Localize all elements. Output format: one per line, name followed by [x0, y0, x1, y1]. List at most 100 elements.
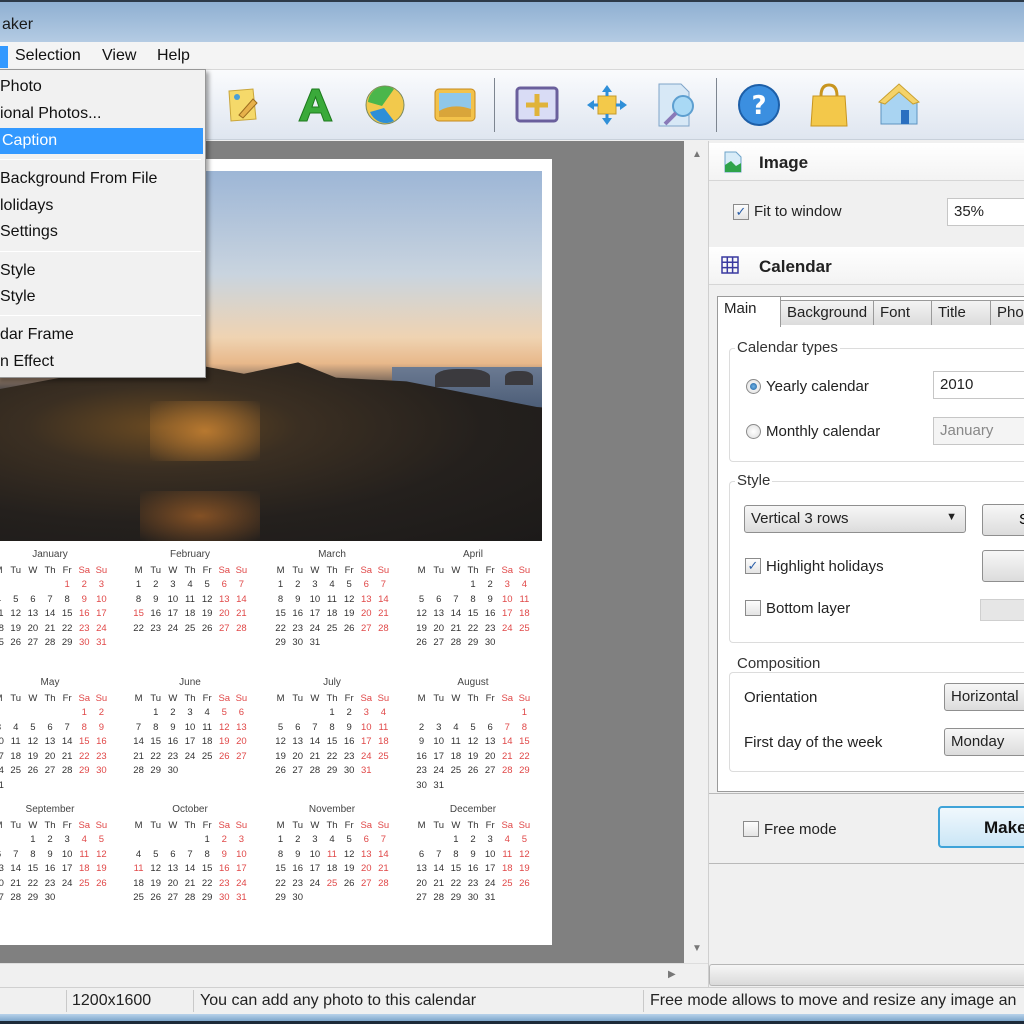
day-cell: 6: [363, 579, 369, 591]
month-february: February M Tu W Th Fr Sa Su 1 2 3 4 5 6 7 8 9 10 11 12 13 14 1…: [130, 549, 250, 636]
free-mode-checkbox[interactable]: [743, 821, 759, 837]
vertical-scrollbar[interactable]: ▲ ▼: [684, 141, 708, 963]
day-cell: 7: [453, 593, 459, 605]
fit-to-window-checkbox[interactable]: ✓: [733, 204, 749, 220]
day-cell: 22: [275, 622, 286, 634]
ball-button[interactable]: [362, 82, 408, 128]
highlight-holidays-checkbox[interactable]: ✓: [745, 558, 761, 574]
year-input[interactable]: 2010: [933, 371, 1024, 399]
day-cell: 5: [221, 707, 227, 719]
style-settings-button[interactable]: S: [982, 504, 1024, 536]
style-dropdown[interactable]: Vertical 3 rows ▼: [744, 505, 966, 533]
day-cell: 5: [418, 593, 425, 605]
day-cell: 22: [326, 750, 338, 762]
scroll-right-arrow[interactable]: ▶: [668, 969, 676, 980]
menu-item-settings[interactable]: Settings: [0, 219, 203, 245]
menu-file[interactable]: [0, 46, 8, 68]
day-cell: 30: [292, 637, 303, 649]
menu-item-background-from-file[interactable]: Background From File: [0, 166, 203, 192]
yearly-calendar-label: Yearly calendar: [766, 378, 869, 395]
weekday-label: Fr: [202, 564, 212, 576]
day-cell: 7: [47, 593, 53, 605]
menu-item-style-1[interactable]: Style: [0, 258, 203, 284]
menu-item-style-2[interactable]: Style: [0, 284, 203, 310]
progress-bar: [709, 964, 1024, 986]
tab-main[interactable]: Main: [717, 296, 781, 327]
day-cell: 19: [467, 750, 479, 762]
day-cell: 6: [487, 721, 493, 733]
help-button[interactable]: ?: [736, 82, 782, 128]
picture-button[interactable]: [432, 82, 478, 128]
weekday-header-row: MTuWThFrSaSu: [0, 691, 110, 706]
weekday-header-row: MTuWThFrSaSu: [130, 691, 250, 706]
month-april: April M Tu W Th Fr Sa Su 1 2 3 4 5 6 7 8 9 10 11 12 13 14 15 16…: [413, 549, 533, 650]
menu-item-caption[interactable]: Caption: [0, 128, 203, 154]
day-cell: 27: [484, 765, 496, 777]
menu-item-holidays[interactable]: lolidays: [0, 193, 203, 219]
weekday-label: Fr: [344, 692, 354, 704]
week-row: 13 14 15 16 17 18 19: [413, 862, 533, 877]
tab-background[interactable]: Background: [780, 300, 874, 325]
menu-view[interactable]: View: [96, 46, 142, 68]
day-cell: 22: [27, 877, 39, 889]
weekday-label: Su: [377, 819, 390, 831]
add-text-button[interactable]: [292, 82, 338, 128]
weekday-label: W: [451, 564, 461, 576]
menu-selection[interactable]: Selection: [9, 46, 87, 68]
tab-title[interactable]: Title: [931, 300, 991, 325]
weekday-label: Fr: [202, 819, 212, 831]
day-cell: 4: [380, 707, 387, 719]
calendar-section-header[interactable]: Calendar: [709, 247, 1024, 285]
first-day-dropdown[interactable]: Monday: [944, 728, 1024, 756]
day-cell: 27: [360, 877, 372, 889]
weekday-label: Su: [518, 564, 531, 576]
week-row: 29 30: [272, 891, 392, 906]
monthly-calendar-radio[interactable]: [746, 424, 761, 439]
orientation-dropdown[interactable]: Horizontal: [944, 683, 1024, 711]
first-day-label: First day of the week: [744, 734, 883, 751]
month-select[interactable]: January: [933, 417, 1024, 445]
week-row: 21 22 23 24 25 26 27: [130, 749, 250, 764]
edit-note-button[interactable]: [220, 82, 266, 128]
day-cell: 24: [96, 622, 107, 634]
week-row: 26 27 28 29 30 31: [272, 764, 392, 779]
month-january: JanuaryMTuWThFrSaSu123456789101112131415…: [0, 549, 110, 650]
scroll-down-arrow[interactable]: ▼: [692, 943, 702, 954]
menu-item-effect[interactable]: n Effect: [0, 349, 203, 375]
home-button[interactable]: [876, 82, 922, 128]
day-cell: 13: [44, 736, 56, 748]
day-cell: 1: [277, 834, 284, 846]
weekday-label: Tu: [10, 819, 22, 831]
weekday-label: Tu: [10, 692, 22, 704]
tab-photo[interactable]: Pho: [990, 300, 1024, 325]
holidays-button[interactable]: [982, 550, 1024, 582]
zoom-input[interactable]: 35%: [947, 198, 1024, 226]
zoom-page-button[interactable]: [654, 82, 700, 128]
day-cell: 28: [378, 877, 389, 889]
buy-button[interactable]: [806, 82, 852, 128]
scroll-up-arrow[interactable]: ▲: [692, 149, 702, 160]
toolbar-separator: [716, 78, 717, 132]
bottom-layer-button[interactable]: [980, 599, 1024, 621]
menu-help[interactable]: Help: [151, 46, 196, 68]
day-cell: 14: [184, 863, 196, 875]
tab-font[interactable]: Font: [873, 300, 932, 325]
menu-item-additional-photos[interactable]: ional Photos...: [0, 101, 203, 127]
weekday-label: Tu: [433, 564, 445, 576]
image-section-header[interactable]: Image: [709, 143, 1024, 181]
day-cell: 10: [61, 848, 73, 860]
horizontal-scrollbar[interactable]: ▶: [0, 963, 708, 987]
menu-item-calendar-frame[interactable]: dar Frame: [0, 322, 203, 348]
make-calendar-button[interactable]: Make: [938, 806, 1024, 848]
day-cell: 20: [27, 622, 39, 634]
day-cell: 10: [309, 593, 321, 605]
move-button[interactable]: [584, 82, 630, 128]
week-row: 11 12 13 14 15 16 17: [0, 607, 110, 622]
day-cell: 5: [98, 834, 105, 846]
menu-item-photo[interactable]: Photo: [0, 74, 203, 100]
day-cell: 21: [378, 863, 389, 875]
fit-frame-button[interactable]: [514, 82, 560, 128]
bottom-layer-checkbox[interactable]: [745, 600, 761, 616]
yearly-calendar-radio[interactable]: [746, 379, 761, 394]
week-row: 22 23 24 25 26 27 28: [272, 876, 392, 891]
